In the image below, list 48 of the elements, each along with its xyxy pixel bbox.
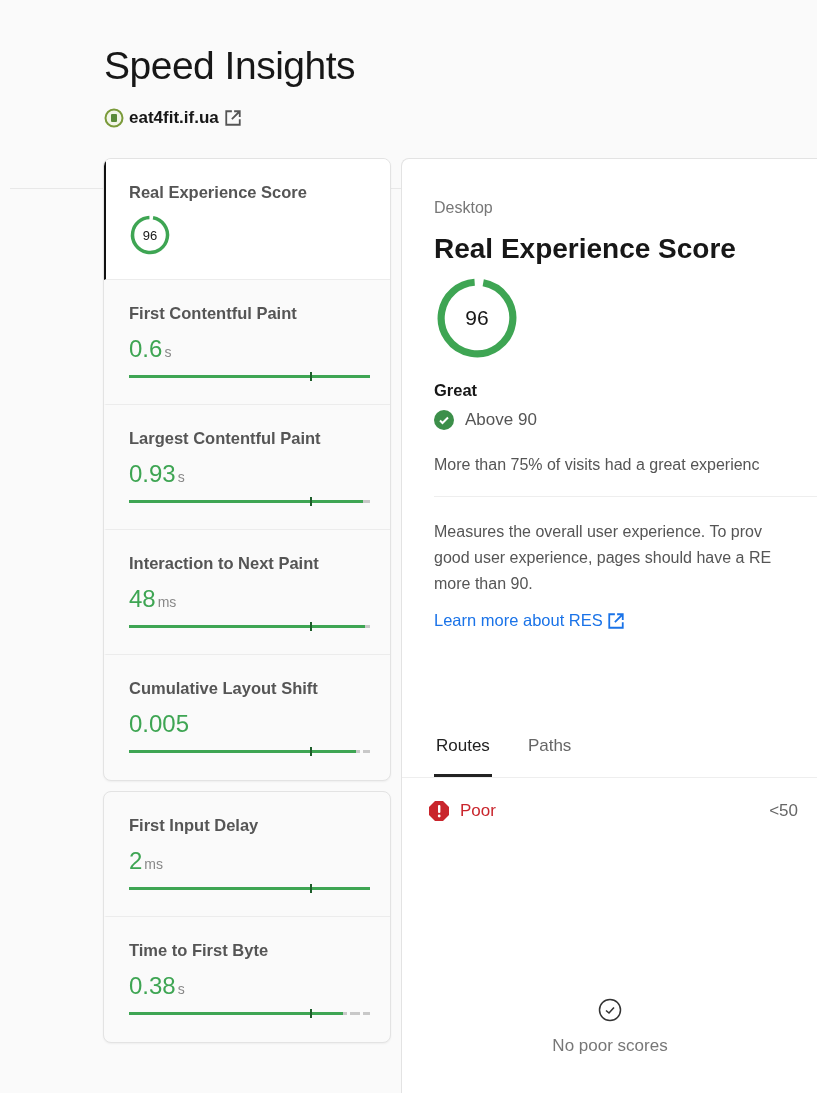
metric-unit: ms (157, 594, 177, 610)
score-value: 96 (141, 226, 159, 245)
metric-name: Largest Contentful Paint (129, 429, 322, 448)
metric-name: Time to First Byte (129, 941, 270, 960)
check-circle-icon (598, 998, 622, 1022)
metric-name: First Contentful Paint (129, 304, 298, 323)
score-value: 96 (464, 305, 490, 331)
metric-value: 48 (129, 585, 156, 613)
metric-value: 0.005 (129, 710, 190, 738)
metric-value: 0.38 (129, 972, 176, 1000)
metric-item[interactable]: Largest Contentful Paint 0.93 s (104, 405, 390, 530)
site-name[interactable]: eat4fit.if.ua (129, 108, 219, 128)
metric-name: First Input Delay (129, 816, 260, 835)
external-link-icon[interactable] (223, 109, 242, 127)
alert-icon (428, 800, 450, 822)
check-circle-icon (434, 410, 454, 430)
metric-unit: s (177, 981, 185, 997)
metric-item[interactable]: First Contentful Paint 0.6 s (104, 280, 390, 405)
metric-item[interactable]: Time to First Byte 0.38 s (104, 917, 390, 1042)
metric-name: Cumulative Layout Shift (129, 679, 319, 698)
metric-item[interactable]: Cumulative Layout Shift 0.005 (104, 655, 390, 780)
metric-item[interactable]: First Input Delay 2 ms (104, 792, 390, 917)
description-line: good user experience, pages should have a RE (434, 548, 773, 568)
rating-label: Great (434, 381, 479, 400)
metric-item[interactable]: Interaction to Next Paint 48 ms (104, 530, 390, 655)
metric-name: Real Experience Score (129, 183, 308, 202)
description-line: more than 90. (434, 574, 534, 594)
page-title: Speed Insights (104, 44, 356, 88)
external-link-icon (606, 611, 625, 630)
metric-unit: s (164, 344, 172, 360)
description-line: Measures the overall user experience. To prov (434, 522, 763, 542)
threshold-text: Above 90 (465, 410, 537, 430)
range-label: <50 (769, 801, 798, 821)
metric-value: 0.93 (129, 460, 176, 488)
learn-more-link[interactable]: Learn more about RES (434, 611, 625, 630)
metric-value: 0.6 (129, 335, 163, 363)
tab[interactable]: Paths (525, 736, 574, 777)
metric-value: 2 (129, 847, 143, 875)
detail-title: Real Experience Score (434, 233, 737, 265)
metric-item[interactable]: Real Experience Score 96 (104, 159, 390, 280)
empty-state-text: No poor scores (552, 1036, 668, 1056)
summary-text: More than 75% of visits had a great experienc (434, 456, 761, 474)
metric-name: Interaction to Next Paint (129, 554, 320, 573)
metric-unit: ms (144, 856, 164, 872)
metric-unit: s (177, 469, 185, 485)
status-label: Poor (460, 801, 496, 821)
device-label: Desktop (434, 199, 494, 217)
site-logo-icon (104, 108, 124, 128)
